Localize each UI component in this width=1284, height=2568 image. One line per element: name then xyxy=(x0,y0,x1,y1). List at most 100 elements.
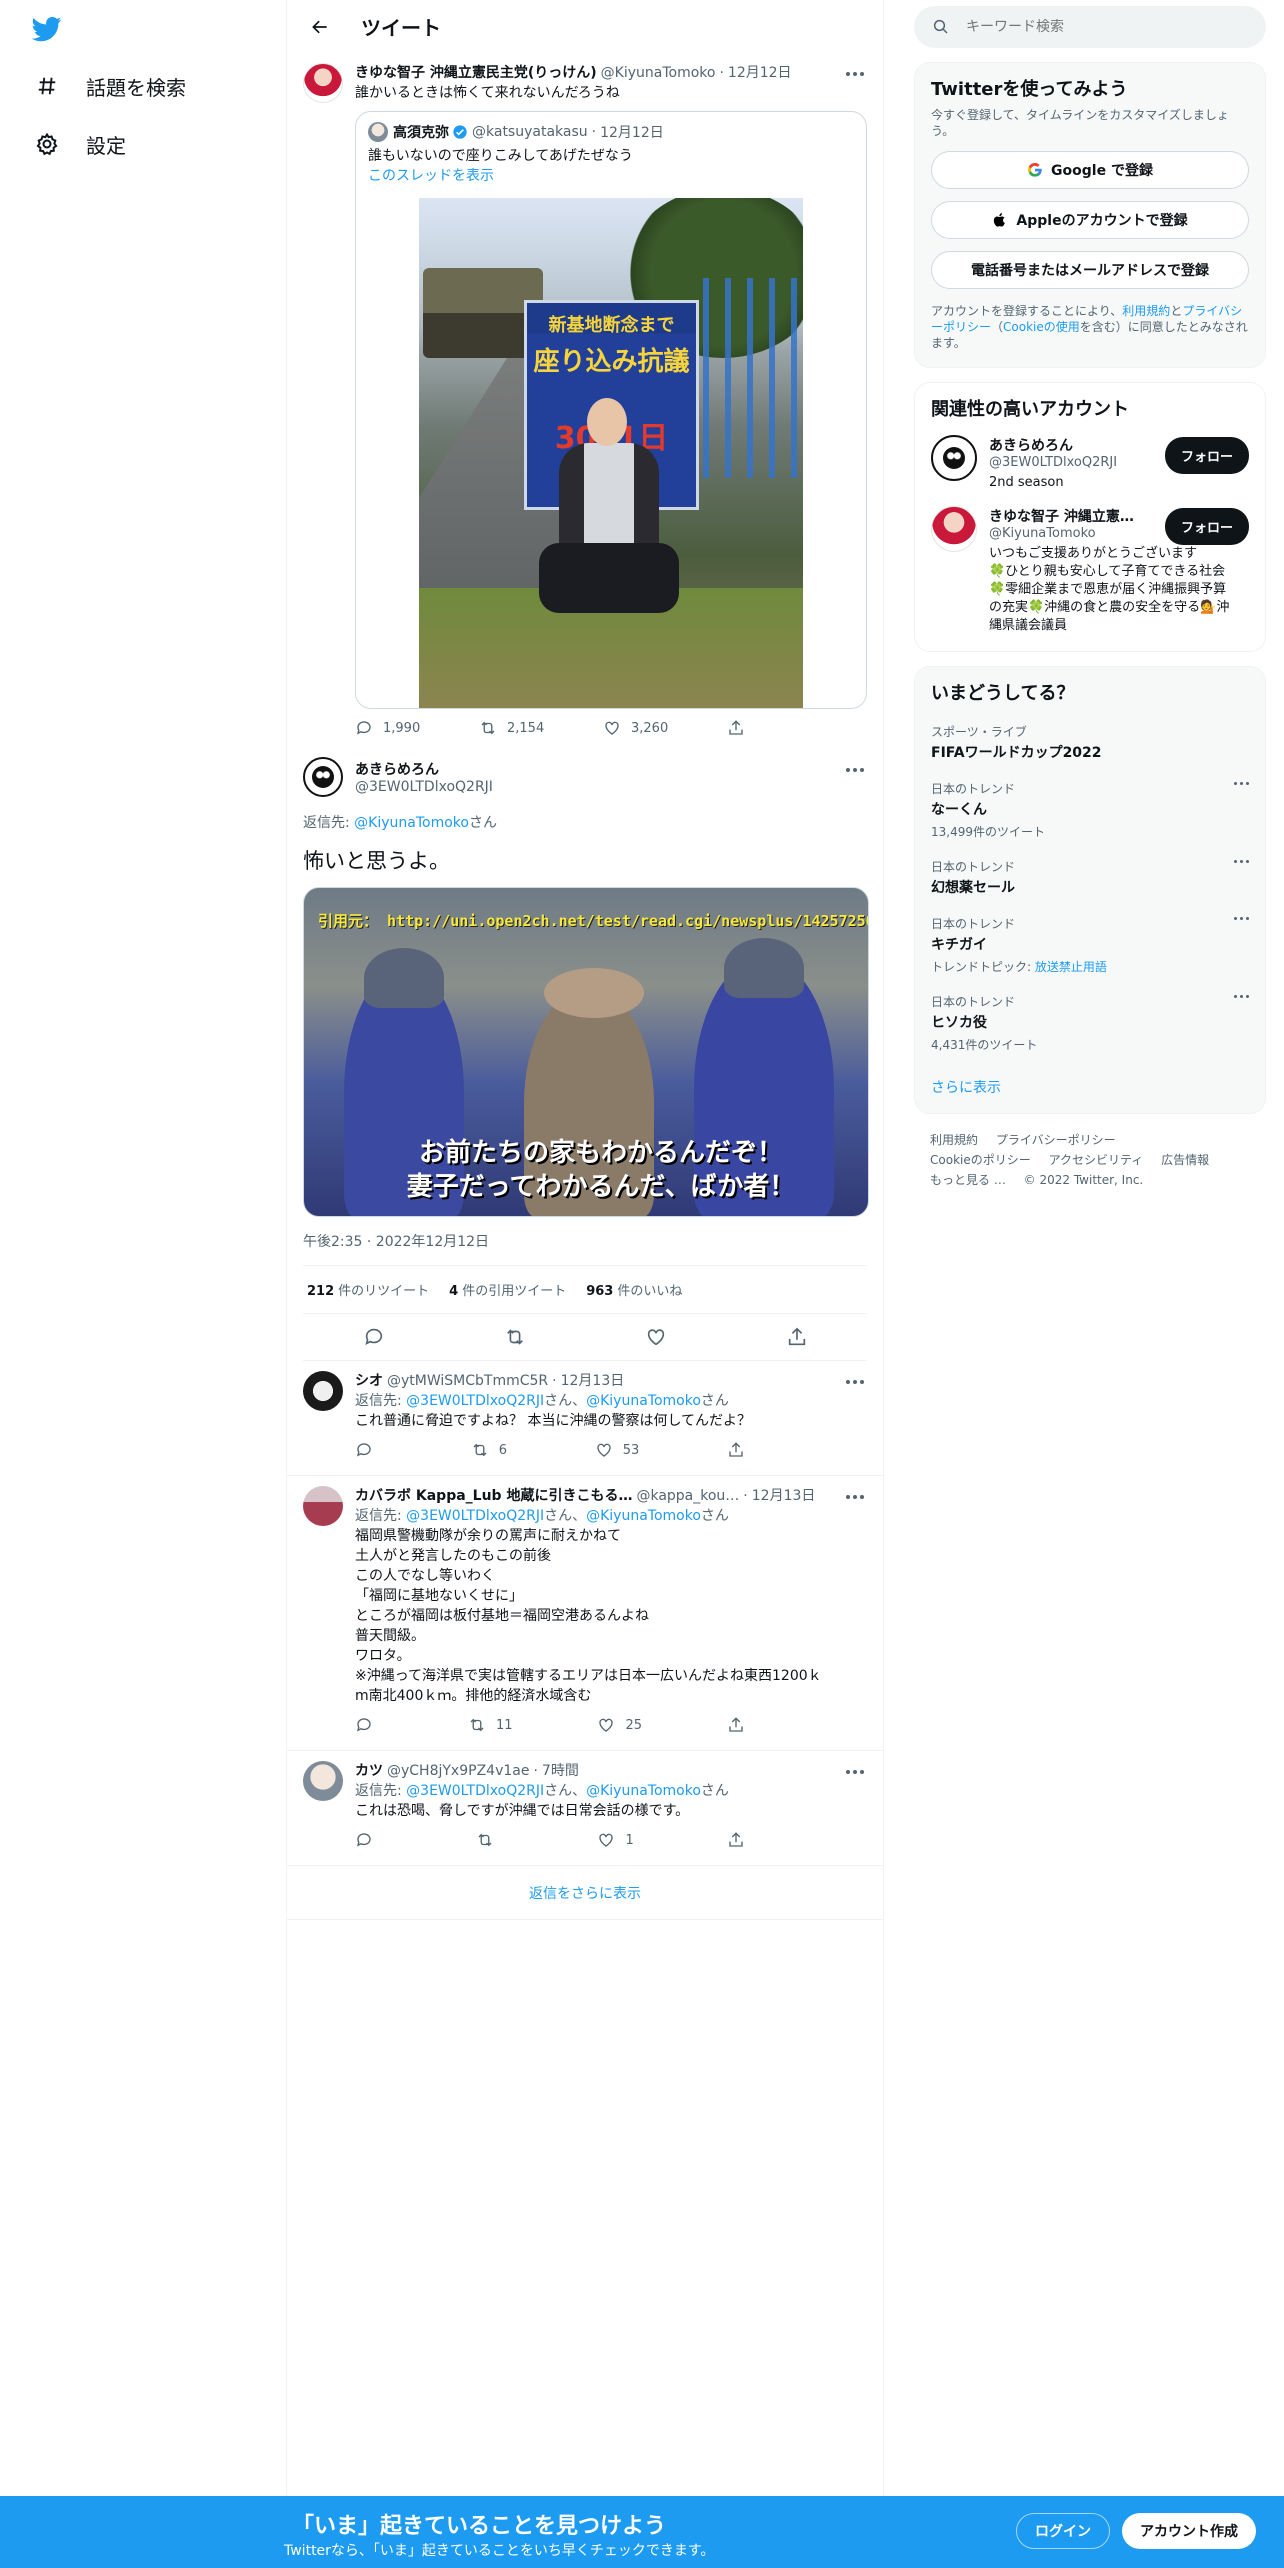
like-button[interactable]: 1 xyxy=(597,1831,634,1849)
trend-topic-link[interactable]: 放送禁止用語 xyxy=(1035,960,1107,974)
share-button[interactable] xyxy=(727,1716,745,1734)
reply-button[interactable] xyxy=(355,1716,383,1734)
avatar[interactable] xyxy=(303,1486,343,1526)
nav-settings[interactable]: 設定 xyxy=(34,124,126,164)
author-name[interactable]: カツ xyxy=(355,1761,383,1781)
avatar[interactable] xyxy=(931,435,977,481)
like-button[interactable]: 3,260 xyxy=(603,719,668,737)
mention-link[interactable]: @KiyunaTomoko xyxy=(586,1393,701,1409)
quote-stat[interactable]: 4 件の引用ツイート xyxy=(449,1280,566,1299)
tweet-photo[interactable]: 引用元： http://uni.open2ch.net/test/read.cg… xyxy=(303,887,869,1217)
author-handle[interactable]: @yCH8jYx9PZ4v1ae xyxy=(387,1761,529,1781)
more-options-icon[interactable] xyxy=(1234,782,1249,785)
show-more-replies-button[interactable]: 返信をさらに表示 xyxy=(287,1866,883,1920)
tweet-date[interactable]: 7時間 xyxy=(542,1761,579,1781)
mention-link[interactable]: @3EW0LTDlxoQ2RJI xyxy=(406,1783,544,1799)
more-options-icon[interactable] xyxy=(843,1488,867,1506)
footer-link[interactable]: もっと見る … xyxy=(930,1173,1006,1187)
mention-link[interactable]: @3EW0LTDlxoQ2RJI xyxy=(406,1393,544,1409)
tweet-photo[interactable]: 新基地断念まで 座り込み抗議 3081日 xyxy=(419,198,803,708)
trends-show-more[interactable]: さらに表示 xyxy=(931,1077,1249,1097)
more-options-icon[interactable] xyxy=(1234,995,1249,998)
trend-item[interactable]: 日本のトレンド 幻想薬セール xyxy=(931,858,1249,897)
author-name[interactable]: あきらめろん xyxy=(355,759,493,779)
reply-button[interactable]: 1,990 xyxy=(355,719,420,737)
retweet-icon[interactable] xyxy=(504,1326,526,1348)
author-handle[interactable]: @3EW0LTDlxoQ2RJI xyxy=(355,779,493,795)
follow-button[interactable]: フォロー xyxy=(1164,437,1249,474)
parent-tweet[interactable]: きゆな智子 沖縄立憲民主党(りっけん) @KiyunaTomoko · 12月1… xyxy=(287,53,883,749)
author-handle[interactable]: @KiyunaTomoko xyxy=(601,63,716,83)
search-input[interactable] xyxy=(966,19,1216,35)
login-button[interactable]: ログイン xyxy=(1016,2513,1110,2549)
avatar[interactable] xyxy=(303,1371,343,1411)
share-button[interactable] xyxy=(727,1441,745,1459)
footer-link[interactable]: 広告情報 xyxy=(1161,1153,1209,1167)
author-name[interactable]: カバラボ Kappa_Lub 地蔵に引きこもる… xyxy=(355,1486,632,1506)
avatar[interactable] xyxy=(303,63,343,103)
mention-link[interactable]: @3EW0LTDlxoQ2RJI xyxy=(406,1508,544,1524)
more-options-icon[interactable] xyxy=(1234,860,1249,863)
like-button[interactable]: 25 xyxy=(597,1716,642,1734)
share-button[interactable] xyxy=(727,719,745,737)
twitter-logo-icon[interactable] xyxy=(30,14,66,44)
like-button[interactable]: 53 xyxy=(595,1441,639,1459)
related-account[interactable]: あきらめろん @3EW0LTDlxoQ2RJI 2nd season フォロー xyxy=(931,435,1249,492)
mention-link[interactable]: @KiyunaTomoko xyxy=(586,1508,701,1524)
retweet-button[interactable]: 6 xyxy=(471,1441,507,1459)
author-name[interactable]: シオ xyxy=(355,1371,383,1391)
retweet-button[interactable] xyxy=(476,1831,504,1849)
footer-link[interactable]: Cookieのポリシー xyxy=(930,1153,1031,1167)
show-thread-link[interactable]: このスレッドを表示 xyxy=(368,166,854,186)
avatar[interactable] xyxy=(303,1761,343,1801)
footer-link[interactable]: 利用規約 xyxy=(930,1133,978,1147)
related-account-name[interactable]: あきらめろん xyxy=(989,435,1149,455)
trend-item[interactable]: 日本のトレンド キチガイ トレンドトピック: 放送禁止用語 xyxy=(931,915,1249,975)
trend-item[interactable]: 日本のトレンド なーくん 13,499件のツイート xyxy=(931,780,1249,840)
retweet-stat[interactable]: 212 件のリツイート xyxy=(307,1280,429,1299)
share-icon[interactable] xyxy=(786,1326,808,1348)
related-account[interactable]: きゆな智子 沖縄立憲… @KiyunaTomoko いつもご支援ありがとうござい… xyxy=(931,506,1249,635)
mention-link[interactable]: @KiyunaTomoko xyxy=(586,1783,701,1799)
avatar[interactable] xyxy=(303,757,343,797)
more-options-icon[interactable] xyxy=(843,761,867,779)
reply-tweet[interactable]: カツ @yCH8jYx9PZ4v1ae · 7時間 返信先: @3EW0LTDl… xyxy=(287,1751,883,1866)
apple-signup-button[interactable]: Appleのアカウントで登録 xyxy=(931,201,1249,239)
cookie-link[interactable]: Cookieの使用 xyxy=(1003,320,1080,334)
more-options-icon[interactable] xyxy=(843,1763,867,1781)
more-options-icon[interactable] xyxy=(843,1373,867,1391)
search-box[interactable] xyxy=(914,6,1266,48)
trend-item[interactable]: スポーツ・ライブ FIFAワールドカップ2022 xyxy=(931,723,1249,762)
retweet-button[interactable]: 2,154 xyxy=(479,719,544,737)
follow-button[interactable]: フォロー xyxy=(1164,508,1249,545)
author-name[interactable]: きゆな智子 沖縄立憲民主党(りっけん) xyxy=(355,63,597,83)
reply-button[interactable] xyxy=(355,1441,383,1459)
retweet-button[interactable]: 11 xyxy=(468,1716,513,1734)
mention-link[interactable]: @KiyunaTomoko xyxy=(354,815,469,831)
more-options-icon[interactable] xyxy=(843,65,867,83)
like-stat[interactable]: 963 件のいいね xyxy=(586,1280,682,1299)
share-button[interactable] xyxy=(727,1831,745,1849)
footer-link[interactable]: アクセシビリティ xyxy=(1049,1153,1144,1167)
trend-item[interactable]: 日本のトレンド ヒソカ役 4,431件のツイート xyxy=(931,993,1249,1053)
tweet-date[interactable]: 12月13日 xyxy=(752,1486,816,1506)
reply-icon[interactable] xyxy=(363,1326,385,1348)
reply-tweet[interactable]: シオ @ytMWiSMCbTmmC5R · 12月13日 返信先: @3EW0L… xyxy=(287,1361,883,1476)
reply-button[interactable] xyxy=(355,1831,383,1849)
signup-button[interactable]: アカウント作成 xyxy=(1122,2513,1256,2549)
nav-explore[interactable]: 話題を検索 xyxy=(34,66,186,106)
reply-tweet[interactable]: カバラボ Kappa_Lub 地蔵に引きこもる… @kappa_kou… · 1… xyxy=(287,1476,883,1751)
avatar[interactable] xyxy=(931,506,977,552)
footer-link[interactable]: プライバシーポリシー xyxy=(996,1133,1116,1147)
more-options-icon[interactable] xyxy=(1234,917,1249,920)
terms-link[interactable]: 利用規約 xyxy=(1122,304,1170,318)
google-signup-button[interactable]: Google で登録 xyxy=(931,151,1249,189)
tweet-date[interactable]: 12月13日 xyxy=(561,1371,625,1391)
author-handle[interactable]: @kappa_kou… xyxy=(636,1486,739,1506)
phone-email-signup-button[interactable]: 電話番号またはメールアドレスで登録 xyxy=(931,251,1249,289)
back-arrow-icon[interactable] xyxy=(303,10,337,44)
tweet-timestamp[interactable]: 午後2:35 · 2022年12月12日 xyxy=(303,1217,867,1266)
heart-icon[interactable] xyxy=(645,1326,667,1348)
tweet-date[interactable]: 12月12日 xyxy=(728,63,792,83)
author-handle[interactable]: @ytMWiSMCbTmmC5R xyxy=(387,1371,548,1391)
